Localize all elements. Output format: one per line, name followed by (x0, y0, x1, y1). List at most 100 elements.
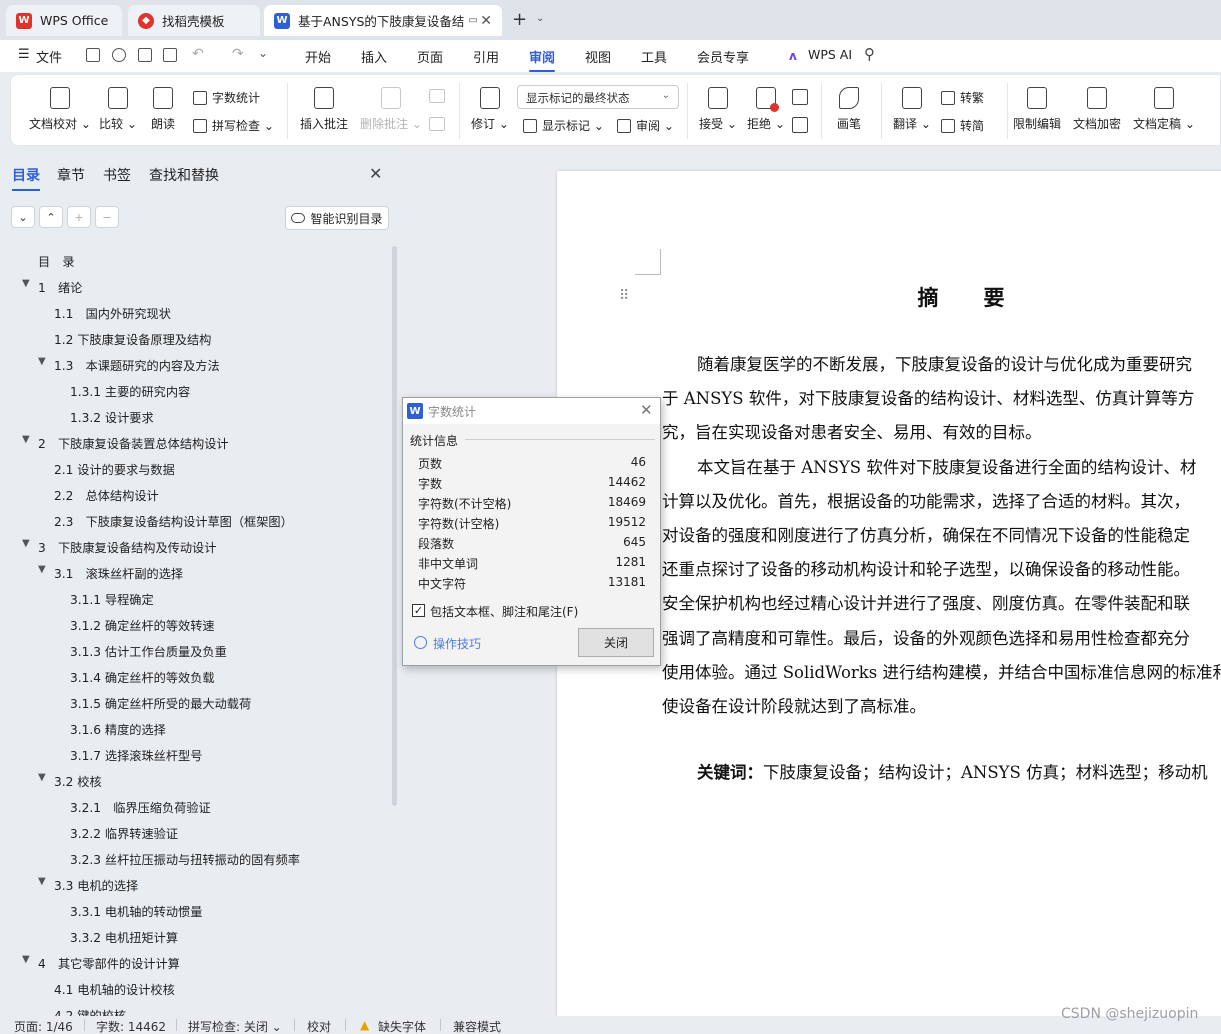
toc-item[interactable]: ▼ 3 下肢康复设备结构及传动设计 (22, 538, 216, 556)
tab-wps-office[interactable]: W WPS Office (6, 5, 122, 36)
toc-item[interactable]: 3.1.5 确定丝杆所受的最大动载荷 (70, 694, 251, 712)
toc-item[interactable]: ▼ 3.1 滚珠丝杆副的选择 (38, 564, 183, 582)
menu-reference[interactable]: 引用 (473, 47, 499, 66)
encrypt-button[interactable]: 文档加密 (1073, 87, 1121, 132)
show-markup-button[interactable]: 显示标记 ⌄ (523, 117, 604, 134)
collapse-arrow-icon[interactable]: ▼ (38, 772, 46, 783)
nav-tab-find-replace[interactable]: 查找和替换 (149, 165, 219, 185)
save-icon[interactable] (86, 48, 100, 62)
reject-button[interactable]: 拒绝 ⌄ (747, 87, 785, 132)
menu-home[interactable]: 开始 (305, 47, 331, 66)
toc-item[interactable]: 目 录 (38, 252, 75, 270)
menu-file[interactable]: 文件 (36, 47, 62, 66)
tab-template[interactable]: ◆ 找稻壳模板 (128, 5, 260, 36)
revise-button[interactable]: 修订 ⌄ (471, 87, 509, 132)
chevron-down-icon[interactable]: ⌄ (536, 13, 544, 24)
tips-link[interactable]: 操作技巧 (433, 635, 481, 652)
nav-tab-toc[interactable]: 目录 (12, 165, 40, 191)
print-icon[interactable] (138, 48, 152, 62)
collapse-arrow-icon[interactable]: ▼ (22, 538, 30, 549)
prev-comment-icon[interactable] (429, 89, 445, 103)
review-pane-button[interactable]: 审阅 ⌄ (617, 117, 674, 134)
status-proof[interactable]: 校对 (307, 1018, 331, 1034)
toc-item[interactable]: ▼ 1.3 本课题研究的内容及方法 (38, 356, 220, 374)
expand-down-button[interactable]: ⌄ (11, 206, 35, 228)
menu-insert[interactable]: 插入 (361, 47, 387, 66)
nav-scrollbar[interactable] (392, 246, 397, 806)
accept-button[interactable]: 接受 ⌄ (699, 87, 737, 132)
next-comment-icon[interactable] (429, 117, 445, 131)
collapse-arrow-icon[interactable]: ▼ (38, 564, 46, 575)
menu-wps-ai[interactable]: WPS AI (808, 47, 852, 62)
smart-toc-button[interactable]: 智能识别目录 (285, 206, 389, 230)
new-tab-icon[interactable]: + (512, 9, 527, 30)
toc-item[interactable]: ▼ 3.3 电机的选择 (38, 876, 138, 894)
restrict-edit-button[interactable]: 限制编辑 (1013, 87, 1061, 132)
menu-member[interactable]: 会员专享 (697, 47, 749, 66)
menu-tools[interactable]: 工具 (641, 47, 667, 66)
menu-view[interactable]: 视图 (585, 47, 611, 66)
status-missing-font[interactable]: 缺失字体 (378, 1018, 426, 1034)
translate-button[interactable]: 翻译 ⌄ (893, 87, 931, 132)
delete-comment-button[interactable]: 删除批注 ⌄ (360, 87, 422, 132)
toc-item[interactable]: 2.2 总体结构设计 (54, 486, 159, 504)
menu-page[interactable]: 页面 (417, 47, 443, 66)
collapse-arrow-icon[interactable]: ▼ (22, 434, 30, 445)
print-preview-icon[interactable] (163, 48, 177, 62)
toc-item[interactable]: 3.1.1 导程确定 (70, 590, 154, 608)
toc-item[interactable]: 3.1.4 确定丝杆的等效负载 (70, 668, 215, 686)
to-simplified-button[interactable]: 转简 (941, 117, 984, 134)
toc-item[interactable]: 3.1.7 选择滚珠丝杆型号 (70, 746, 202, 764)
remove-level-button[interactable]: − (95, 206, 119, 228)
compare-button[interactable]: 比较 ⌄ (99, 87, 137, 132)
toc-item[interactable]: 1.1 国内外研究现状 (54, 304, 171, 322)
status-words[interactable]: 字数: 14462 (96, 1018, 166, 1034)
nav-tab-sections[interactable]: 章节 (57, 165, 85, 185)
next-change-icon[interactable] (792, 117, 808, 133)
insert-comment-button[interactable]: 插入批注 (300, 87, 348, 132)
toc-item[interactable]: ▼ 2 下肢康复设备装置总体结构设计 (22, 434, 229, 452)
dialog-titlebar[interactable]: W 字数统计 ✕ (403, 398, 660, 424)
include-checkbox[interactable]: ✓ (412, 604, 425, 617)
collapse-arrow-icon[interactable]: ▼ (38, 356, 46, 367)
toc-item[interactable]: ▼ 1 绪论 (22, 278, 82, 296)
undo-icon[interactable]: ↶ (192, 46, 204, 62)
hamburger-icon[interactable]: ☰ (18, 47, 30, 62)
read-aloud-button[interactable]: 朗读 (151, 87, 175, 132)
pen-button[interactable]: 画笔 (837, 87, 861, 132)
status-spell-check[interactable]: 拼写检查: 关闭 ⌄ (188, 1018, 282, 1034)
share-icon[interactable] (112, 48, 126, 62)
proofread-button[interactable]: 文档校对 ⌄ (29, 87, 91, 132)
toc-item[interactable]: 1.3.2 设计要求 (70, 408, 154, 426)
status-page[interactable]: 页面: 1/46 (14, 1018, 73, 1034)
redo-icon[interactable]: ↷ (232, 46, 244, 62)
collapse-arrow-icon[interactable]: ▼ (22, 278, 30, 289)
toc-item[interactable]: 1.3.1 主要的研究内容 (70, 382, 190, 400)
toc-item[interactable]: 3.1.3 估计工作台质量及负重 (70, 642, 227, 660)
menu-review[interactable]: 审阅 (529, 47, 556, 72)
toc-item[interactable]: 3.1.2 确定丝杆的等效转速 (70, 616, 215, 634)
add-level-button[interactable]: + (67, 206, 91, 228)
close-button[interactable]: 关闭 (578, 628, 654, 657)
toc-item[interactable]: ▼ 3.2 校核 (38, 772, 102, 790)
toc-item[interactable]: 3.2.3 丝杆拉压振动与扭转振动的固有频率 (70, 850, 300, 868)
collapse-up-button[interactable]: ⌃ (39, 206, 63, 228)
prev-change-icon[interactable] (792, 89, 808, 105)
word-count-button[interactable]: 字数统计 (193, 89, 260, 106)
toc-item[interactable]: 1.2 下肢康复设备原理及结构 (54, 330, 211, 348)
to-traditional-button[interactable]: 转繁 (941, 89, 984, 106)
toc-item[interactable]: ▼ 4 其它零部件的设计计算 (22, 954, 180, 972)
toc-item[interactable]: 2.1 设计的要求与数据 (54, 460, 175, 478)
close-icon[interactable]: ✕ (369, 164, 382, 183)
search-icon[interactable]: ⚲ (864, 45, 875, 63)
close-tab-icon[interactable]: ✕ (480, 13, 492, 29)
toc-item[interactable]: 2.3 下肢康复设备结构设计草图（框架图） (54, 512, 293, 530)
finalize-button[interactable]: 文档定稿 ⌄ (1133, 87, 1195, 132)
collapse-arrow-icon[interactable]: ▼ (22, 954, 30, 965)
toc-item[interactable]: 3.3.2 电机扭矩计算 (70, 928, 178, 946)
tab-document[interactable]: W 基于ANSYS的下肢康复设备结 ▭ ✕ (264, 5, 502, 36)
close-icon[interactable]: ✕ (640, 401, 653, 419)
collapse-arrow-icon[interactable]: ▼ (38, 876, 46, 887)
spell-check-button[interactable]: 拼写检查 ⌄ (193, 117, 274, 134)
markup-state-select[interactable]: 显示标记的最终状态 ⌄ (517, 85, 679, 109)
